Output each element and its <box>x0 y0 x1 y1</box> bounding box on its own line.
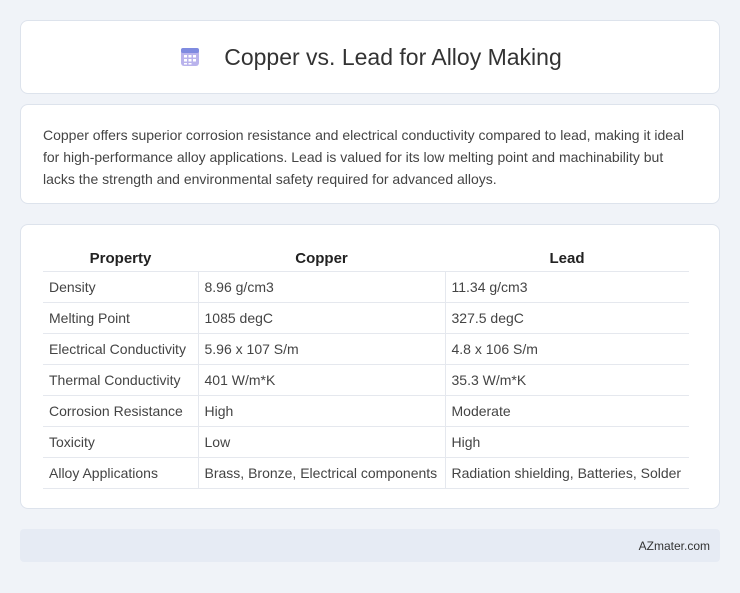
table-row: Density 8.96 g/cm3 11.34 g/cm3 <box>43 271 689 303</box>
lead-cell: Radiation shielding, Batteries, Solder <box>445 457 689 489</box>
intro-card: Copper offers superior corrosion resista… <box>20 104 720 204</box>
intro-text: Copper offers superior corrosion resista… <box>43 127 684 187</box>
copper-cell: 1085 degC <box>198 302 446 334</box>
footer-source: AZmater.com <box>638 538 710 553</box>
table-row: Alloy Applications Brass, Bronze, Electr… <box>43 457 689 489</box>
header-lead: Lead <box>445 247 689 272</box>
header-copper: Copper <box>198 247 445 272</box>
copper-cell: 401 W/m*K <box>198 364 446 396</box>
property-cell: Corrosion Resistance <box>43 395 199 427</box>
property-cell: Density <box>43 271 199 303</box>
comparison-table: Property Copper Lead Density 8.96 g/cm3 … <box>43 247 689 489</box>
calendar-icon <box>181 48 200 66</box>
comparison-card: Property Copper Lead Density 8.96 g/cm3 … <box>20 224 720 509</box>
lead-cell: 327.5 degC <box>445 302 689 334</box>
copper-cell: High <box>198 395 446 427</box>
table-header-row: Property Copper Lead <box>43 247 689 272</box>
table-row: Electrical Conductivity 5.96 x 107 S/m 4… <box>43 333 689 365</box>
lead-cell: High <box>445 426 689 458</box>
lead-cell: Moderate <box>445 395 689 427</box>
property-cell: Thermal Conductivity <box>43 364 199 396</box>
copper-cell: 8.96 g/cm3 <box>198 271 446 303</box>
table-row: Melting Point 1085 degC 327.5 degC <box>43 302 689 334</box>
copper-cell: Brass, Bronze, Electrical components <box>198 457 446 489</box>
copper-cell: 5.96 x 107 S/m <box>198 333 446 365</box>
page-title: Copper vs. Lead for Alloy Making <box>224 43 562 70</box>
lead-cell: 4.8 x 106 S/m <box>445 333 689 365</box>
property-cell: Electrical Conductivity <box>43 333 199 365</box>
copper-cell: Low <box>198 426 446 458</box>
table-row: Corrosion Resistance High Moderate <box>43 395 689 427</box>
lead-cell: 11.34 g/cm3 <box>445 271 689 303</box>
table-row: Toxicity Low High <box>43 426 689 458</box>
header-property: Property <box>43 247 198 272</box>
property-cell: Alloy Applications <box>43 457 199 489</box>
property-cell: Toxicity <box>43 426 199 458</box>
table-row: Thermal Conductivity 401 W/m*K 35.3 W/m*… <box>43 364 689 396</box>
lead-cell: 35.3 W/m*K <box>445 364 689 396</box>
title-card: Copper vs. Lead for Alloy Making <box>20 20 720 94</box>
property-cell: Melting Point <box>43 302 199 334</box>
footer-bar: AZmater.com <box>20 529 720 562</box>
